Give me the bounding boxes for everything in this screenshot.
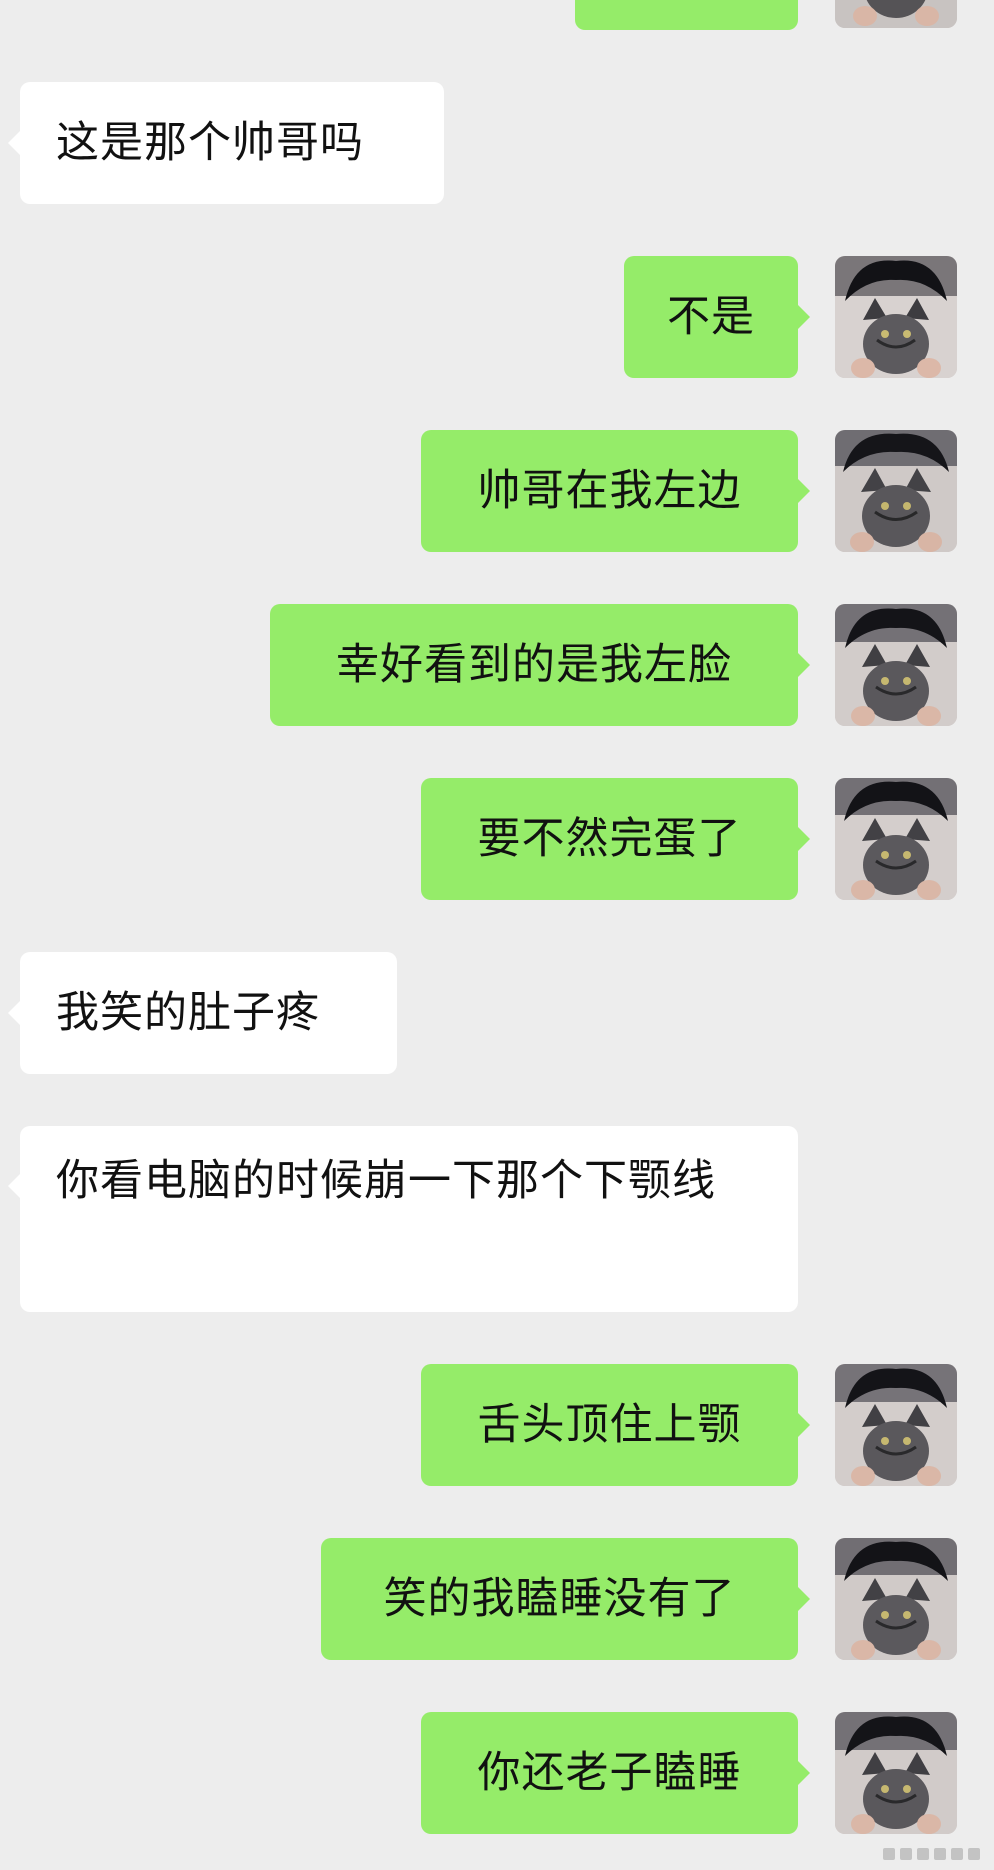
user-avatar[interactable] xyxy=(835,1538,957,1660)
watermark-icon xyxy=(883,1848,980,1860)
message-text: 要不然完蛋了 xyxy=(477,814,742,864)
incoming-message-bubble[interactable]: 你看电脑的时候崩一下那个下颚线 xyxy=(8,1126,798,1312)
outgoing-message-bubble[interactable]: 要不然完蛋了 xyxy=(421,778,810,900)
message-text: 舌头顶住上颚 xyxy=(477,1400,742,1450)
outgoing-message-bubble[interactable]: 幸好看到的是我左脸 xyxy=(270,604,810,726)
message-text: 这是那个帅哥吗 xyxy=(56,118,364,168)
user-avatar[interactable] xyxy=(835,778,957,900)
message-text: 帅哥在我左边 xyxy=(477,466,742,516)
incoming-message-bubble[interactable]: 这是那个帅哥吗 xyxy=(8,82,444,204)
user-avatar[interactable] xyxy=(835,256,957,378)
outgoing-message-bubble[interactable]: 舌头顶住上颚 xyxy=(421,1364,810,1486)
outgoing-message-bubble[interactable] xyxy=(575,0,798,30)
message-text: 笑的我瞌睡没有了 xyxy=(383,1574,736,1624)
message-text: 不是 xyxy=(667,292,755,342)
incoming-message-bubble[interactable]: 我笑的肚子疼 xyxy=(8,952,397,1074)
user-avatar[interactable] xyxy=(835,0,957,28)
cat-mask-avatar-icon xyxy=(835,604,957,726)
message-text: 幸好看到的是我左脸 xyxy=(336,640,732,690)
cat-mask-avatar-icon xyxy=(835,0,957,28)
cat-mask-avatar-icon xyxy=(835,430,957,552)
outgoing-message-bubble[interactable]: 帅哥在我左边 xyxy=(421,430,810,552)
message-text: 我笑的肚子疼 xyxy=(56,988,320,1038)
user-avatar[interactable] xyxy=(835,1712,957,1834)
user-avatar[interactable] xyxy=(835,430,957,552)
outgoing-message-bubble[interactable]: 你还老子瞌睡 xyxy=(421,1712,810,1834)
outgoing-message-bubble[interactable]: 不是 xyxy=(624,256,810,378)
message-text: 你还老子瞌睡 xyxy=(477,1748,742,1798)
cat-mask-avatar-icon xyxy=(835,1712,957,1834)
cat-mask-avatar-icon xyxy=(835,1364,957,1486)
user-avatar[interactable] xyxy=(835,1364,957,1486)
chat-history: 这是那个帅哥吗 不是 帅哥在我左边 幸好看到的是我左脸 要不然完蛋了 我笑的肚子… xyxy=(0,0,994,1870)
message-text: 你看电脑的时候崩一下那个下颚线 xyxy=(56,1156,716,1206)
cat-mask-avatar-icon xyxy=(835,1538,957,1660)
outgoing-message-bubble[interactable]: 笑的我瞌睡没有了 xyxy=(321,1538,810,1660)
cat-mask-avatar-icon xyxy=(835,778,957,900)
user-avatar[interactable] xyxy=(835,604,957,726)
cat-mask-avatar-icon xyxy=(835,256,957,378)
